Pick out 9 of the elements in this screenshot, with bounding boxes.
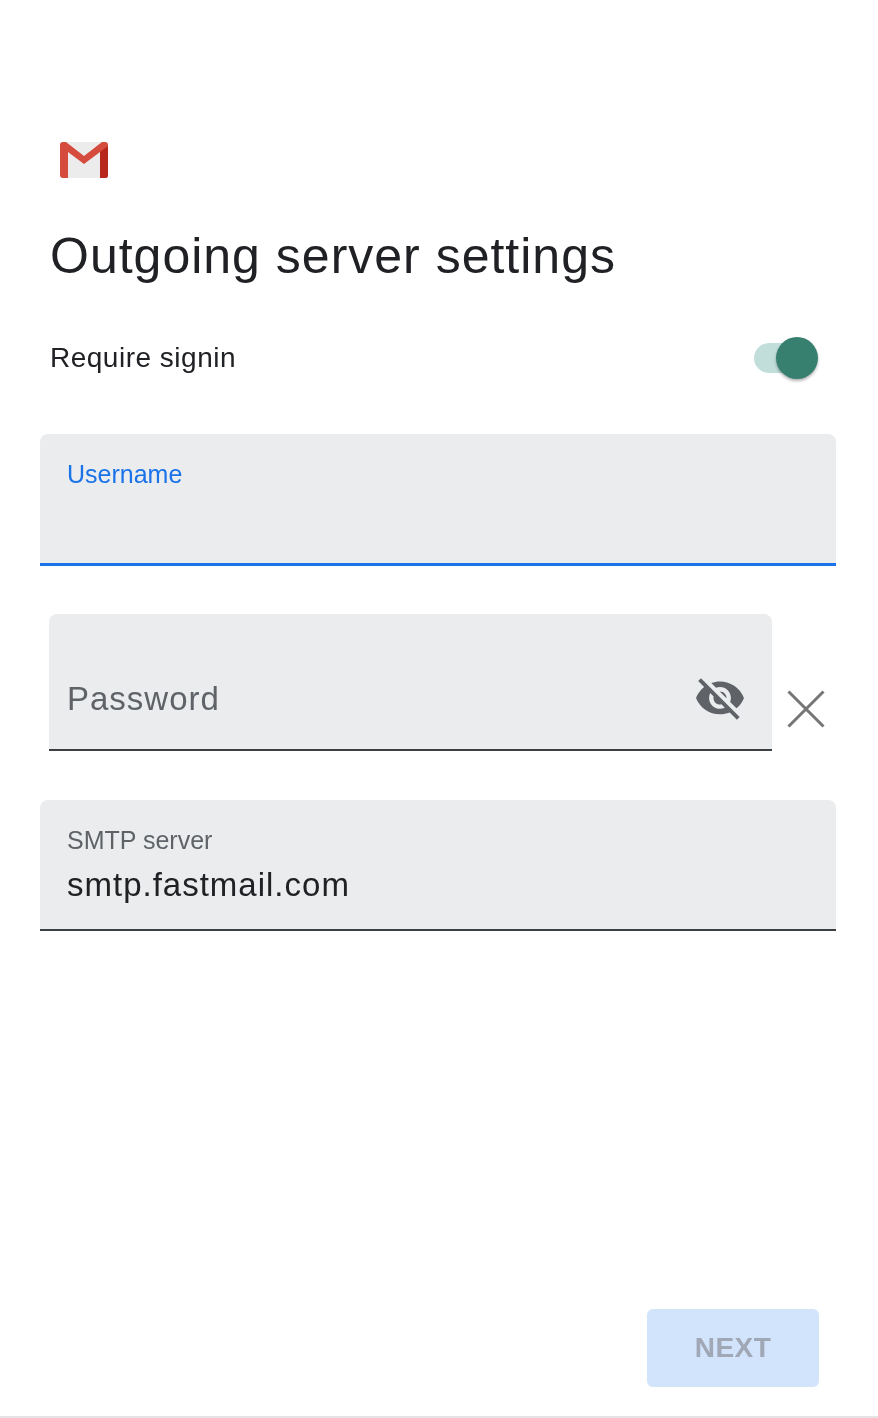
password-field[interactable]: Password (49, 614, 772, 751)
page-title: Outgoing server settings (50, 227, 616, 285)
toggle-switch[interactable] (752, 336, 820, 380)
require-signin-label: Require signin (50, 342, 236, 374)
text-field[interactable]: Username (40, 434, 836, 566)
eye-slash-icon[interactable] (696, 678, 744, 720)
envelope-logo-icon (60, 142, 108, 178)
close-icon[interactable] (787, 690, 825, 728)
text-field[interactable]: SMTP server smtp.fastmail.com (40, 800, 836, 931)
